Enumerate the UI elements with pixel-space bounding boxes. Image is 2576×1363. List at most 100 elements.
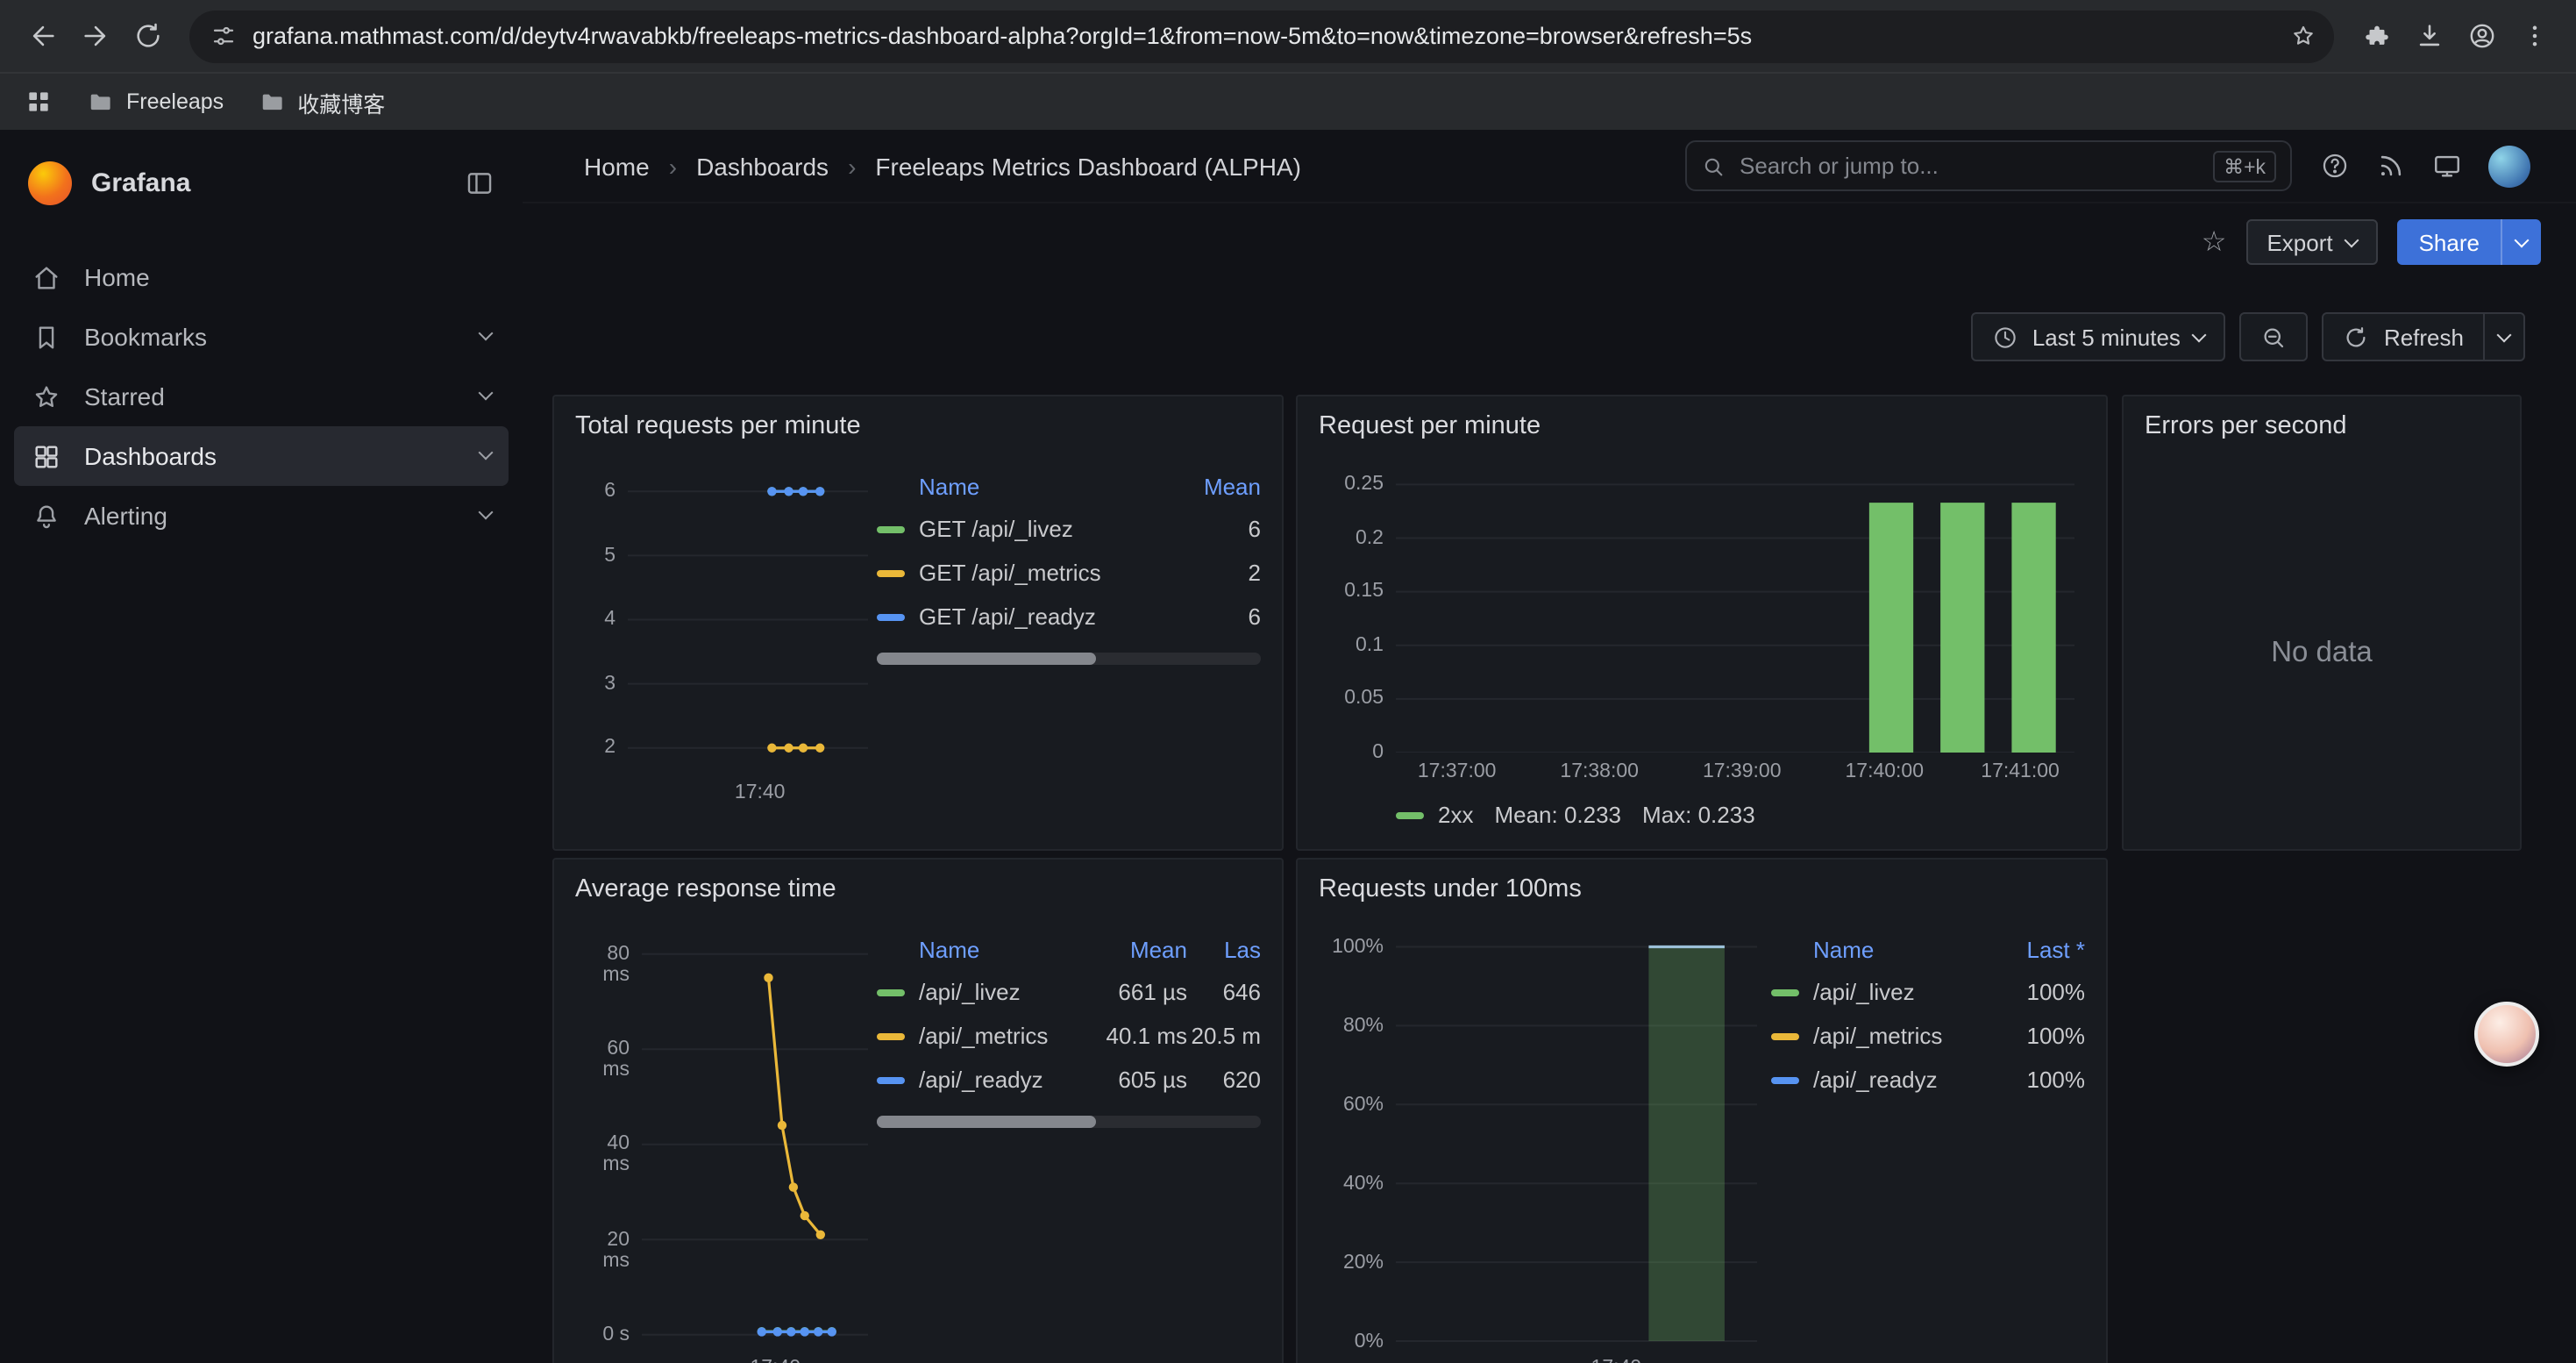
chevron-down-icon[interactable] xyxy=(479,505,494,520)
sidebar-item-bookmarks[interactable]: Bookmarks xyxy=(14,307,509,367)
series-swatch[interactable] xyxy=(1396,811,1424,818)
search-shortcut: ⌘+k xyxy=(2213,150,2276,182)
series-name[interactable]: 2xx xyxy=(1438,802,1473,828)
legend-scrollbar[interactable] xyxy=(877,653,1261,665)
series-name[interactable]: GET /api/_readyz xyxy=(919,603,1163,630)
legend-row[interactable]: GET /api/_livez 6 xyxy=(877,507,1261,551)
address-bar[interactable]: grafana.mathmast.com/d/deytv4rwavabkb/fr… xyxy=(189,10,2334,62)
export-button[interactable]: Export xyxy=(2245,219,2378,265)
zoom-out-button[interactable] xyxy=(2240,312,2309,361)
floating-assistant-avatar[interactable] xyxy=(2474,1002,2539,1067)
series-name[interactable]: GET /api/_metrics xyxy=(919,560,1163,586)
sidebar-item-starred[interactable]: Starred xyxy=(14,367,509,426)
sidebar-item-dashboards[interactable]: Dashboards xyxy=(14,426,509,486)
monitor-icon[interactable] xyxy=(2432,151,2462,181)
plot-area[interactable] xyxy=(628,475,868,774)
chevron-down-icon[interactable] xyxy=(479,326,494,341)
series-swatch[interactable] xyxy=(1771,1032,1799,1039)
sidebar-item-alerting[interactable]: Alerting xyxy=(14,486,509,546)
star-icon xyxy=(32,382,61,411)
downloads-button[interactable] xyxy=(2404,11,2453,61)
sidebar-collapse-icon[interactable] xyxy=(465,168,495,198)
series-swatch[interactable] xyxy=(1771,1076,1799,1083)
legend-row[interactable]: /api/_readyz 100% xyxy=(1771,1058,2085,1102)
grafana-logo[interactable] xyxy=(28,161,72,205)
panel-title[interactable]: Total requests per minute xyxy=(554,396,1282,440)
bookmark-folder-blogs[interactable]: 收藏博客 xyxy=(259,85,385,118)
reload-button[interactable] xyxy=(123,11,172,61)
panel-title[interactable]: Errors per second xyxy=(2124,396,2520,440)
url-text[interactable]: grafana.mathmast.com/d/deytv4rwavabkb/fr… xyxy=(253,23,2274,49)
zoom-out-icon xyxy=(2261,324,2288,350)
series-name[interactable]: /api/_livez xyxy=(1813,979,1987,1005)
series-swatch[interactable] xyxy=(1771,988,1799,995)
series-swatch[interactable] xyxy=(877,1076,905,1083)
panel-title[interactable]: Requests under 100ms xyxy=(1298,860,2106,903)
rss-icon[interactable] xyxy=(2376,151,2406,181)
series-swatch[interactable] xyxy=(877,988,905,995)
apps-grid-button[interactable] xyxy=(25,88,53,116)
breadcrumb-dashboards[interactable]: Dashboards xyxy=(696,152,829,180)
breadcrumb-home[interactable]: Home xyxy=(584,152,650,180)
series-name[interactable]: /api/_livez xyxy=(919,979,1082,1005)
series-name[interactable]: /api/_metrics xyxy=(919,1023,1082,1049)
legend-header-name[interactable]: Name xyxy=(877,473,1163,499)
search-box[interactable]: ⌘+k xyxy=(1685,140,2292,191)
legend-scrollbar[interactable] xyxy=(877,1116,1261,1128)
back-button[interactable] xyxy=(18,11,67,61)
breadcrumb-separator: › xyxy=(669,152,677,180)
legend-row[interactable]: /api/_livez 100% xyxy=(1771,970,2085,1014)
legend-row[interactable]: /api/_readyz 605 µs 620 xyxy=(877,1058,1261,1102)
chevron-down-icon[interactable] xyxy=(479,386,494,401)
legend-header-name[interactable]: Name xyxy=(1771,936,1987,962)
scrollbar-thumb[interactable] xyxy=(877,1116,1096,1128)
share-menu-button[interactable] xyxy=(2501,219,2541,265)
scrollbar-thumb[interactable] xyxy=(877,653,1096,665)
user-avatar[interactable] xyxy=(2488,145,2530,187)
series-name[interactable]: /api/_metrics xyxy=(1813,1023,1987,1049)
refresh-interval-button[interactable] xyxy=(2485,312,2525,361)
panel-title[interactable]: Request per minute xyxy=(1298,396,2106,440)
browser-menu-button[interactable] xyxy=(2509,11,2558,61)
plot-area[interactable] xyxy=(642,935,868,1349)
legend-row[interactable]: /api/_metrics 40.1 ms 20.5 m xyxy=(877,1014,1261,1058)
series-name[interactable]: /api/_readyz xyxy=(919,1067,1082,1093)
forward-button[interactable] xyxy=(70,11,119,61)
sidebar-item-home[interactable]: Home xyxy=(14,247,509,307)
panel-title[interactable]: Average response time xyxy=(554,860,1282,903)
extensions-button[interactable] xyxy=(2352,11,2401,61)
legend-header-name[interactable]: Name xyxy=(877,936,1082,962)
share-button[interactable]: Share xyxy=(2398,219,2501,265)
legend-row[interactable]: /api/_livez 661 µs 646 xyxy=(877,970,1261,1014)
plot-area[interactable] xyxy=(1396,468,2074,753)
legend-row[interactable]: /api/_metrics 100% xyxy=(1771,1014,2085,1058)
favorite-dashboard-button[interactable]: ☆ xyxy=(2202,225,2227,260)
time-range-picker[interactable]: Last 5 minutes xyxy=(1971,312,2226,361)
series-swatch[interactable] xyxy=(877,569,905,576)
bookmark-folder-freeleaps[interactable]: Freeleaps xyxy=(88,89,224,115)
legend-header-last[interactable]: Las xyxy=(1187,936,1261,962)
series-name[interactable]: /api/_readyz xyxy=(1813,1067,1987,1093)
refresh-button[interactable]: Refresh xyxy=(2323,312,2485,361)
series-mean: 2 xyxy=(1163,560,1261,586)
series-last: 100% xyxy=(1987,979,2085,1005)
series-name[interactable]: GET /api/_livez xyxy=(919,516,1163,542)
sidebar-item-label: Bookmarks xyxy=(84,323,458,351)
series-swatch[interactable] xyxy=(877,525,905,532)
legend-row[interactable]: GET /api/_metrics 2 xyxy=(877,551,1261,595)
legend-header-last[interactable]: Last * xyxy=(1987,936,2085,962)
breadcrumb-current: Freeleaps Metrics Dashboard (ALPHA) xyxy=(875,152,1301,180)
help-icon[interactable] xyxy=(2320,151,2350,181)
search-input[interactable] xyxy=(1740,153,2199,179)
legend-header-mean[interactable]: Mean xyxy=(1082,936,1187,962)
legend-row[interactable]: GET /api/_readyz 6 xyxy=(877,595,1261,639)
bookmark-star-icon[interactable] xyxy=(2290,23,2316,49)
profile-button[interactable] xyxy=(2457,11,2506,61)
legend-header-mean[interactable]: Mean xyxy=(1163,473,1261,499)
bookmarks-bar: Freeleaps 收藏博客 xyxy=(0,72,2576,130)
series-swatch[interactable] xyxy=(877,1032,905,1039)
plot-area[interactable] xyxy=(1396,935,1757,1349)
chevron-down-icon[interactable] xyxy=(479,446,494,460)
forward-icon xyxy=(80,21,110,51)
series-swatch[interactable] xyxy=(877,613,905,620)
